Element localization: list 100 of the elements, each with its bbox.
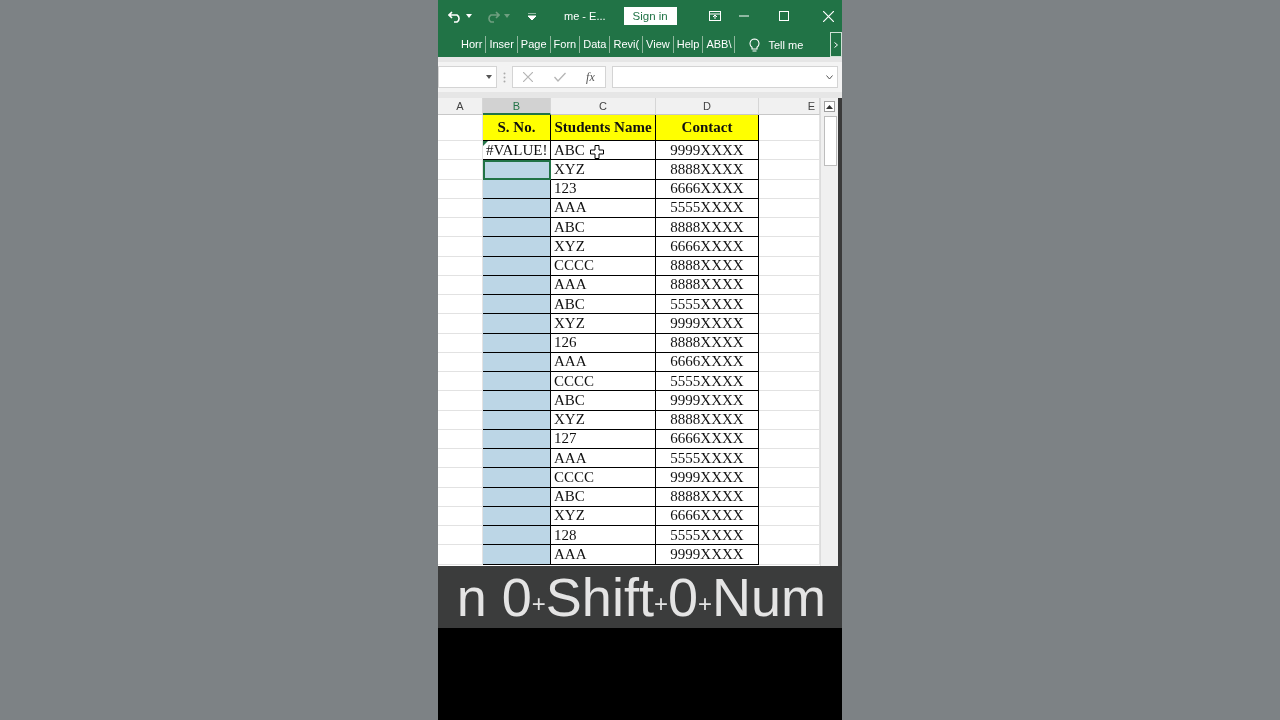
maximize-icon[interactable]: [779, 11, 789, 21]
table-cell: #VALUE!: [483, 141, 551, 161]
table-cell: 9999XXXX: [656, 141, 759, 161]
table-cell: [759, 160, 820, 180]
table-cell: AAA: [551, 545, 656, 565]
formula-input[interactable]: [612, 66, 838, 88]
table-cell: [438, 526, 483, 546]
table-cell: XYZ: [551, 506, 656, 526]
table-cell: [759, 237, 820, 257]
ribbon-tab[interactable]: Forn: [550, 36, 581, 53]
keystroke-caption: n 0+Shift+0+Num: [456, 568, 826, 626]
table-cell: 9999XXXX: [656, 468, 759, 488]
table-cell: 6666XXXX: [656, 429, 759, 449]
ribbon-tab[interactable]: Data: [580, 36, 611, 53]
table-cell: [759, 115, 820, 141]
column-header[interactable]: B: [483, 98, 551, 115]
table-cell: 126: [551, 333, 656, 353]
table-cell: ABC: [551, 391, 656, 411]
column-header[interactable]: D: [656, 98, 759, 115]
table-cell: 8888XXXX: [656, 333, 759, 353]
table-cell: AAA: [551, 449, 656, 469]
undo-icon: [448, 9, 462, 23]
table-cell: [438, 314, 483, 334]
column-header[interactable]: C: [551, 98, 656, 115]
scroll-thumb[interactable]: [824, 116, 837, 166]
table-cell: XYZ: [551, 314, 656, 334]
ribbon-display-icon[interactable]: [708, 11, 721, 21]
table-cell: 5555XXXX: [656, 295, 759, 315]
ribbon-tab[interactable]: ABB\: [703, 36, 736, 53]
close-icon[interactable]: [823, 10, 834, 22]
table-cell: 8888XXXX: [656, 160, 759, 180]
table-cell: [438, 218, 483, 238]
table-cell: CCCC: [551, 372, 656, 392]
table-cell: 9999XXXX: [656, 391, 759, 411]
column-header[interactable]: A: [438, 98, 483, 115]
table-cell: 8888XXXX: [656, 410, 759, 430]
table-cell: XYZ: [551, 160, 656, 180]
ribbon-tab[interactable]: View: [643, 36, 674, 53]
table-cell: 123: [551, 179, 656, 199]
table-cell: 8888XXXX: [656, 487, 759, 507]
table-cell: [438, 237, 483, 257]
table-cell: 6666XXXX: [656, 237, 759, 257]
redo-icon: [486, 9, 500, 23]
ribbon-scroll-button[interactable]: [830, 32, 842, 57]
ribbon-tab[interactable]: Help: [673, 36, 704, 53]
table-cell: 5555XXXX: [656, 449, 759, 469]
table-cell: [759, 218, 820, 238]
chevron-right-icon: [834, 41, 838, 48]
table-cell: CCCC: [551, 468, 656, 488]
scroll-up-button[interactable]: [824, 101, 835, 112]
table-cell: AAA: [551, 275, 656, 295]
table-cell: [438, 141, 483, 161]
table-cell: XYZ: [551, 237, 656, 257]
table-cell: [438, 468, 483, 488]
table-cell: 128: [551, 526, 656, 546]
ribbon-tab[interactable]: Horr: [458, 36, 487, 53]
table-cell: ABC: [551, 487, 656, 507]
table-cell: 8888XXXX: [656, 218, 759, 238]
tell-me-search[interactable]: Tell me: [768, 38, 804, 51]
ribbon-tab[interactable]: Revi(: [610, 36, 644, 53]
column-header[interactable]: E: [759, 98, 820, 115]
ribbon-tab[interactable]: Inser: [486, 36, 518, 53]
ribbon-tab[interactable]: Page: [517, 36, 551, 53]
table-cell: [438, 295, 483, 315]
table-cell: 5555XXXX: [656, 372, 759, 392]
table-cell: 8888XXXX: [656, 275, 759, 295]
insert-function-button[interactable]: fx: [586, 69, 595, 85]
caret-up-icon: [826, 104, 833, 109]
table-cell: XYZ: [551, 410, 656, 430]
lightbulb-icon[interactable]: [749, 37, 761, 52]
table-cell: ABC: [551, 141, 656, 161]
table-cell: 6666XXXX: [656, 352, 759, 372]
caret-icon[interactable]: [486, 75, 492, 79]
table-cell: Students Name: [551, 115, 656, 141]
table-cell: AAA: [551, 198, 656, 218]
table-cell: S. No.: [483, 115, 551, 141]
table-cell: [759, 468, 820, 488]
table-cell: [759, 295, 820, 315]
sign-in-button[interactable]: Sign in: [623, 7, 677, 25]
table-cell: 6666XXXX: [656, 506, 759, 526]
table-cell: Contact: [656, 115, 759, 141]
window-title: me - E...: [564, 10, 606, 22]
chevron-down-icon[interactable]: [826, 74, 833, 80]
table-cell: [438, 449, 483, 469]
table-cell: [759, 314, 820, 334]
table-cell: [759, 449, 820, 469]
cursor-icon: [590, 145, 604, 159]
table-cell: [759, 141, 820, 161]
table-cell: 9999XXXX: [656, 545, 759, 565]
table-cell: ABC: [551, 218, 656, 238]
table-cell: CCCC: [551, 256, 656, 276]
table-cell: [759, 372, 820, 392]
table-cell: [759, 391, 820, 411]
table-cell: [438, 372, 483, 392]
table-cell: 5555XXXX: [656, 198, 759, 218]
customize-icon[interactable]: [528, 12, 536, 20]
table-cell: 9999XXXX: [656, 314, 759, 334]
table-cell: [438, 391, 483, 411]
table-cell: [438, 115, 483, 141]
caret-icon[interactable]: [466, 14, 472, 18]
